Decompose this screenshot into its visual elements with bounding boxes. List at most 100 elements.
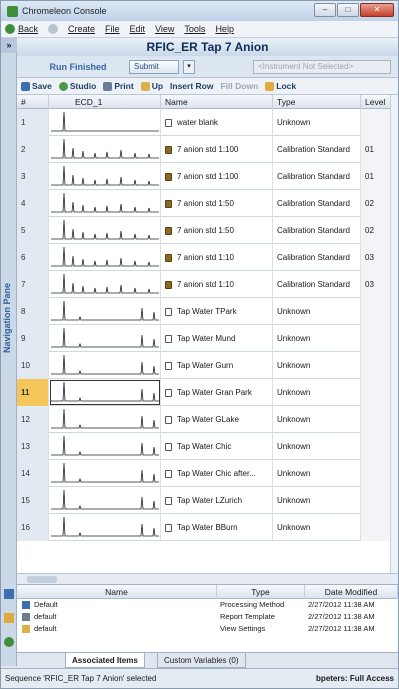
table-row[interactable]: 14 Tap Water Chic after... Unknown bbox=[17, 460, 398, 487]
injection-type-cell[interactable]: Calibration Standard bbox=[273, 217, 361, 244]
injection-type-cell[interactable]: Unknown bbox=[273, 433, 361, 460]
injection-type-cell[interactable]: Calibration Standard bbox=[273, 244, 361, 271]
row-number[interactable]: 1 bbox=[17, 109, 49, 136]
table-row[interactable]: 12 Tap Water GLake Unknown bbox=[17, 406, 398, 433]
up-button[interactable]: Up bbox=[140, 81, 163, 91]
row-number[interactable]: 7 bbox=[17, 271, 49, 298]
menu-view[interactable]: View bbox=[155, 24, 174, 34]
injection-name-cell[interactable]: Tap Water Mund bbox=[161, 325, 273, 352]
menu-edit[interactable]: Edit bbox=[130, 24, 146, 34]
table-row[interactable]: 37 anion std 1:100 Calibration Standard 01 bbox=[17, 163, 398, 190]
ereports-icon[interactable] bbox=[4, 637, 14, 647]
save-button[interactable]: Save bbox=[21, 81, 52, 91]
ecd-chromatogram-cell[interactable] bbox=[49, 514, 161, 541]
ecd-chromatogram-cell[interactable] bbox=[49, 406, 161, 433]
nav-pane-toggle[interactable]: » bbox=[1, 38, 17, 53]
ecd-chromatogram-cell[interactable] bbox=[49, 190, 161, 217]
injection-type-cell[interactable]: Unknown bbox=[273, 406, 361, 433]
row-number[interactable]: 9 bbox=[17, 325, 49, 352]
injection-name-cell[interactable]: Tap Water Gurn bbox=[161, 352, 273, 379]
injection-name-cell[interactable]: Tap Water TPark bbox=[161, 298, 273, 325]
table-row[interactable]: 15 Tap Water LZurich Unknown bbox=[17, 487, 398, 514]
list-item[interactable]: Default Processing Method 2/27/2012 11:38 … bbox=[17, 599, 398, 611]
close-button[interactable]: ✕ bbox=[360, 3, 394, 17]
injection-type-cell[interactable]: Unknown bbox=[273, 379, 361, 406]
grid-horizontal-scrollbar[interactable] bbox=[17, 573, 398, 584]
row-number[interactable]: 2 bbox=[17, 136, 49, 163]
injection-type-cell[interactable]: Unknown bbox=[273, 514, 361, 541]
row-number[interactable]: 5 bbox=[17, 217, 49, 244]
table-row[interactable]: 10 Tap Water Gurn Unknown bbox=[17, 352, 398, 379]
row-number[interactable]: 10 bbox=[17, 352, 49, 379]
row-number[interactable]: 14 bbox=[17, 460, 49, 487]
injection-type-cell[interactable]: Unknown bbox=[273, 460, 361, 487]
table-row[interactable]: 27 anion std 1:100 Calibration Standard 01 bbox=[17, 136, 398, 163]
row-number[interactable]: 6 bbox=[17, 244, 49, 271]
instruments-icon[interactable] bbox=[4, 613, 14, 623]
insert-row-button[interactable]: Insert Row bbox=[170, 81, 213, 91]
injection-type-cell[interactable]: Unknown bbox=[273, 487, 361, 514]
tab-associated-items[interactable]: Associated Items bbox=[65, 653, 145, 668]
row-number[interactable]: 4 bbox=[17, 190, 49, 217]
injection-name-cell[interactable]: Tap Water BBurn bbox=[161, 514, 273, 541]
row-number[interactable]: 13 bbox=[17, 433, 49, 460]
navigation-pane[interactable]: Navigation Pane bbox=[1, 53, 17, 583]
table-row[interactable]: 9 Tap Water Mund Unknown bbox=[17, 325, 398, 352]
ecd-chromatogram-cell[interactable] bbox=[49, 244, 161, 271]
tab-custom-variables[interactable]: Custom Variables (0) bbox=[157, 653, 246, 668]
ecd-chromatogram-cell[interactable] bbox=[49, 136, 161, 163]
injection-type-cell[interactable]: Unknown bbox=[273, 325, 361, 352]
print-button[interactable]: Print bbox=[103, 81, 134, 91]
table-row[interactable]: 77 anion std 1:10 Calibration Standard 03 bbox=[17, 271, 398, 298]
menu-tools[interactable]: Tools bbox=[184, 24, 205, 34]
col-name-header[interactable]: Name bbox=[161, 95, 273, 109]
ecd-chromatogram-cell[interactable] bbox=[49, 163, 161, 190]
table-row[interactable]: 47 anion std 1:50 Calibration Standard 02 bbox=[17, 190, 398, 217]
injection-name-cell[interactable]: water blank bbox=[161, 109, 273, 136]
ecd-chromatogram-cell[interactable] bbox=[49, 487, 161, 514]
menu-create[interactable]: Create bbox=[68, 24, 95, 34]
injection-name-cell[interactable]: 7 anion std 1:100 bbox=[161, 136, 273, 163]
injection-type-cell[interactable]: Unknown bbox=[273, 109, 361, 136]
table-row[interactable]: 57 anion std 1:50 Calibration Standard 02 bbox=[17, 217, 398, 244]
injection-name-cell[interactable]: Tap Water Chic bbox=[161, 433, 273, 460]
col-ecd-header[interactable]: ECD_1 bbox=[49, 95, 161, 109]
injection-name-cell[interactable]: Tap Water Gran Park bbox=[161, 379, 273, 406]
table-row[interactable]: 8 Tap Water TPark Unknown bbox=[17, 298, 398, 325]
ecd-chromatogram-cell[interactable] bbox=[49, 298, 161, 325]
injection-name-cell[interactable]: 7 anion std 1:10 bbox=[161, 271, 273, 298]
ecd-chromatogram-cell[interactable] bbox=[49, 325, 161, 352]
table-row[interactable]: 11 Tap Water Gran Park Unknown bbox=[17, 379, 398, 406]
injection-name-cell[interactable]: 7 anion std 1:10 bbox=[161, 244, 273, 271]
injection-name-cell[interactable]: 7 anion std 1:50 bbox=[161, 190, 273, 217]
forward-arrow-icon[interactable] bbox=[48, 24, 59, 34]
table-row[interactable]: 13 Tap Water Chic Unknown bbox=[17, 433, 398, 460]
injection-type-cell[interactable]: Calibration Standard bbox=[273, 190, 361, 217]
injection-type-cell[interactable]: Calibration Standard bbox=[273, 136, 361, 163]
items-col-name[interactable]: Name bbox=[17, 585, 217, 599]
back-button[interactable]: Back bbox=[5, 24, 38, 34]
lock-button[interactable]: Lock bbox=[265, 81, 296, 91]
ecd-chromatogram-cell[interactable] bbox=[49, 379, 161, 406]
injection-name-cell[interactable]: 7 anion std 1:50 bbox=[161, 217, 273, 244]
studio-button[interactable]: Studio bbox=[58, 81, 96, 91]
instrument-select[interactable]: <Instrument Not Selected> bbox=[253, 60, 391, 74]
table-row[interactable]: 67 anion std 1:10 Calibration Standard 03 bbox=[17, 244, 398, 271]
ecd-chromatogram-cell[interactable] bbox=[49, 352, 161, 379]
row-number[interactable]: 11 bbox=[17, 379, 49, 406]
row-number[interactable]: 8 bbox=[17, 298, 49, 325]
maximize-button[interactable]: □ bbox=[337, 3, 359, 17]
submit-dropdown-icon[interactable]: ▾ bbox=[183, 60, 195, 74]
data-icon[interactable] bbox=[4, 589, 14, 599]
row-number[interactable]: 15 bbox=[17, 487, 49, 514]
row-number[interactable]: 12 bbox=[17, 406, 49, 433]
ecd-chromatogram-cell[interactable] bbox=[49, 109, 161, 136]
col-num-header[interactable]: # bbox=[17, 95, 49, 109]
menu-help[interactable]: Help bbox=[215, 24, 234, 34]
injection-name-cell[interactable]: Tap Water Chic after... bbox=[161, 460, 273, 487]
injection-name-cell[interactable]: Tap Water LZurich bbox=[161, 487, 273, 514]
ecd-chromatogram-cell[interactable] bbox=[49, 217, 161, 244]
col-type-header[interactable]: Type bbox=[273, 95, 361, 109]
submit-button[interactable]: Submit bbox=[129, 60, 179, 74]
injection-type-cell[interactable]: Calibration Standard bbox=[273, 163, 361, 190]
